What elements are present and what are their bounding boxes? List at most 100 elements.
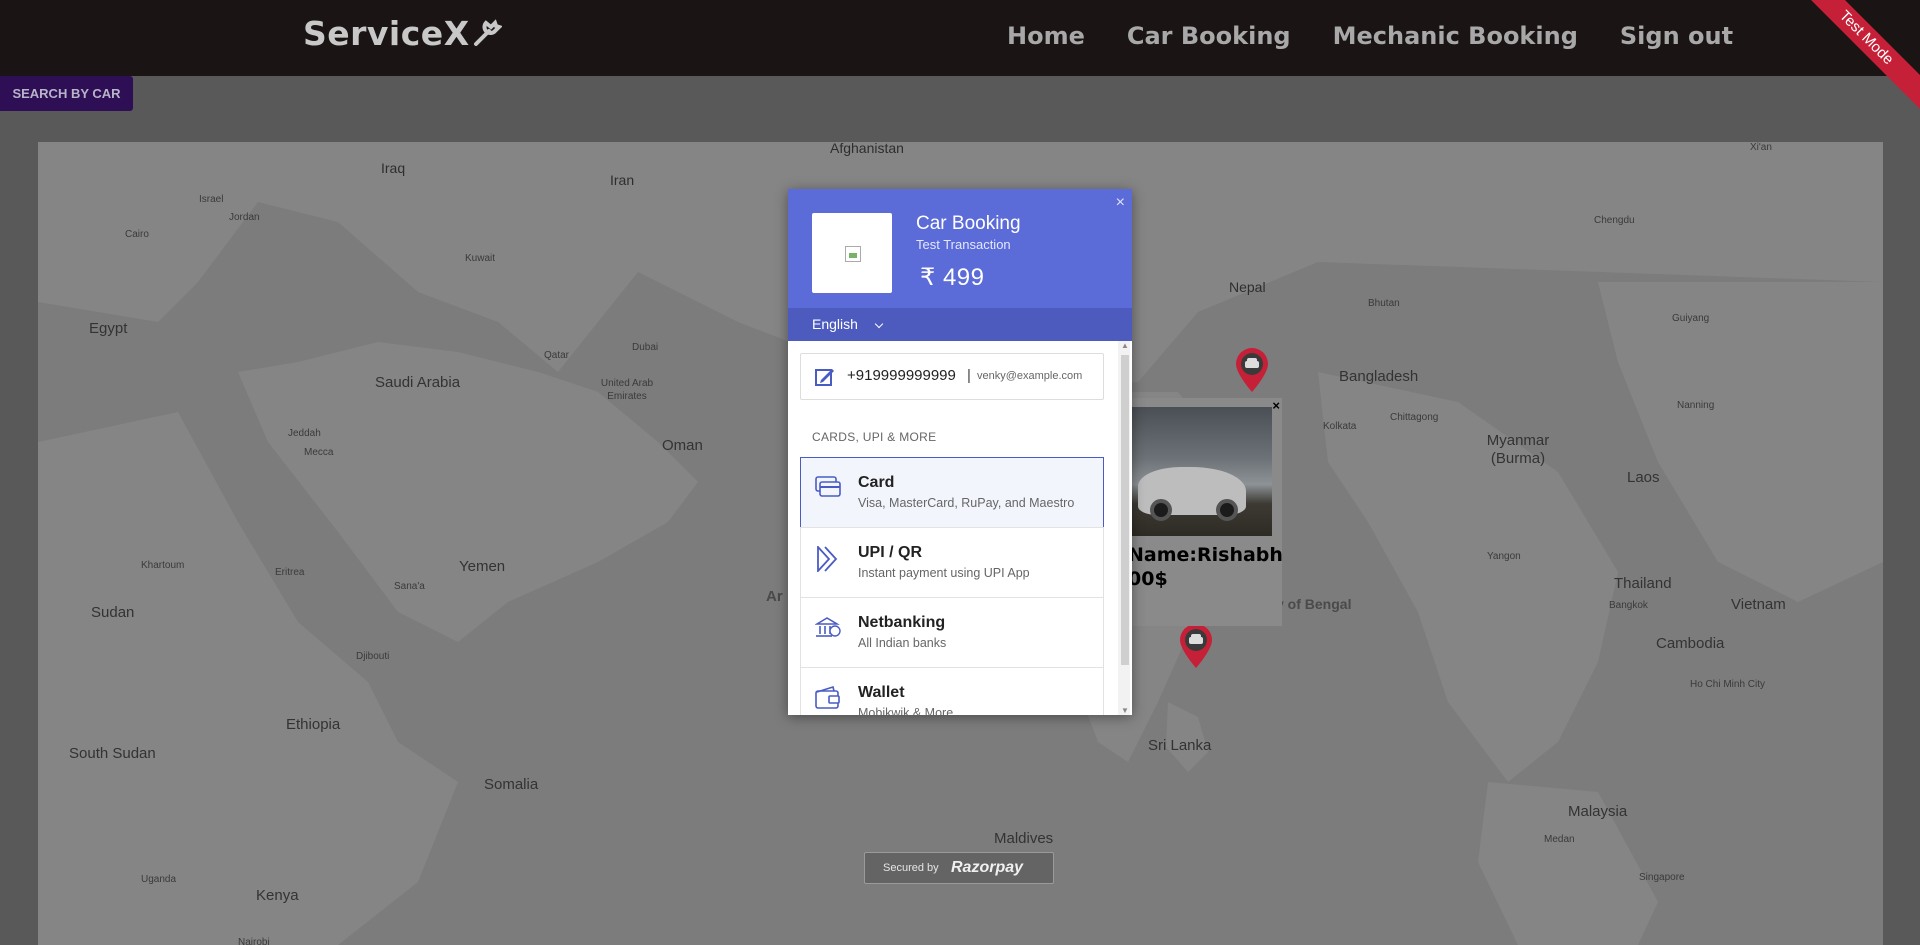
map-label: Iran	[610, 172, 635, 188]
method-title: Wallet	[858, 684, 905, 701]
wallet-icon	[815, 685, 841, 715]
merchant-name: Car Booking	[916, 213, 1021, 234]
method-title: UPI / QR	[858, 544, 923, 561]
map-label: Kolkata	[1323, 421, 1357, 432]
map-label: Myanmar (Burma)	[1486, 432, 1550, 467]
map-label: Jordan	[229, 212, 260, 223]
map-label: Egypt	[89, 320, 128, 337]
nav-mechanic-booking[interactable]: Mechanic Booking	[1333, 22, 1578, 50]
car-location-pin[interactable]	[1232, 346, 1272, 394]
method-subtitle: Mobikwik & More	[858, 706, 954, 715]
amount: ₹ 499	[920, 264, 985, 291]
secured-by-badge: Secured by Razorpay	[864, 852, 1054, 884]
map-label: Sana'a	[394, 581, 425, 592]
method-title: Card	[858, 474, 895, 491]
map-label: Cairo	[125, 229, 149, 240]
chevron-down-icon[interactable]	[874, 319, 884, 329]
upi-icon	[815, 544, 839, 577]
brand-logo[interactable]: ServiceX	[303, 14, 503, 55]
method-upi[interactable]: UPI / QR Instant payment using UPI App	[800, 527, 1104, 598]
car-wheel	[1150, 499, 1172, 521]
map-label: Yemen	[459, 558, 506, 575]
car-location-pin[interactable]	[1176, 622, 1216, 670]
map-label: Bhutan	[1368, 298, 1400, 309]
scroll-thumb[interactable]	[1121, 355, 1129, 665]
map-label: Bangladesh	[1339, 368, 1419, 385]
map-label: Laos	[1627, 469, 1660, 486]
map-label: Vietnam	[1731, 596, 1786, 613]
popup-close-button[interactable]: ×	[1272, 398, 1280, 413]
map-label: Singapore	[1639, 872, 1685, 883]
price: 00$	[1128, 568, 1168, 590]
map-label: Saudi Arabia	[375, 374, 461, 391]
map-label: Eritrea	[275, 567, 305, 578]
nav-home[interactable]: Home	[1007, 22, 1085, 50]
map-label: Nanning	[1677, 400, 1715, 411]
broken-image-icon	[845, 246, 861, 262]
scroll-up-icon[interactable]: ▲	[1121, 341, 1129, 350]
navbar: ServiceX Home Car Booking Mechanic Booki…	[0, 0, 1920, 76]
map-label: Uganda	[141, 874, 177, 885]
map-label: Khartoum	[141, 560, 185, 571]
method-card[interactable]: Card Visa, MasterCard, RuPay, and Maestr…	[800, 457, 1104, 528]
razorpay-logo: Razorpay	[951, 859, 1024, 876]
map-label: Ho Chi Minh City	[1690, 679, 1766, 690]
map-label: Guiyang	[1672, 313, 1710, 324]
map-label: Dubai	[632, 342, 659, 353]
map-label: Nairobi	[238, 937, 270, 945]
method-subtitle: Instant payment using UPI App	[858, 566, 1030, 580]
map-label: Medan	[1544, 834, 1575, 845]
method-wallet[interactable]: Wallet Mobikwik & More	[800, 667, 1104, 715]
owner-name: Name:Rishabh	[1128, 544, 1283, 566]
map-label: Djibouti	[356, 651, 390, 662]
close-icon[interactable]: ×	[1116, 194, 1125, 212]
search-by-car-button[interactable]: SEARCH BY CAR	[0, 76, 133, 111]
map-label: Iraq	[381, 160, 406, 176]
language-selector[interactable]: English	[812, 316, 858, 332]
car-photo	[1130, 407, 1272, 536]
method-subtitle: Visa, MasterCard, RuPay, and Maestro	[858, 496, 1075, 510]
map-label: Somalia	[484, 776, 539, 793]
method-subtitle: All Indian banks	[858, 636, 947, 650]
map-label: Chengdu	[1594, 215, 1635, 226]
brand-name: ServiceX	[303, 14, 470, 53]
map-label: Chittagong	[1390, 412, 1439, 423]
map-label: Yangon	[1487, 551, 1521, 562]
map-label: Sri Lanka	[1148, 737, 1212, 754]
method-netbanking[interactable]: Netbanking All Indian banks	[800, 597, 1104, 668]
map-label: Maldives	[994, 830, 1054, 847]
map-label: Israel	[199, 194, 224, 205]
method-title: Netbanking	[858, 614, 946, 631]
language-bar: English	[788, 308, 1132, 341]
map-label: Malaysia	[1568, 803, 1628, 820]
map-label: Thailand	[1614, 575, 1672, 592]
car-wheel	[1216, 499, 1238, 521]
nav-links: Home Car Booking Mechanic Booking Sign o…	[1007, 22, 1733, 50]
map-label: Oman	[662, 437, 703, 454]
methods-list: Card Visa, MasterCard, RuPay, and Maestr…	[788, 341, 1118, 715]
bank-icon	[814, 616, 841, 645]
map-label: Qatar	[544, 350, 570, 361]
car-info-popup: × Name:Rishabh 00$	[1110, 398, 1283, 626]
merchant-logo	[812, 213, 892, 293]
scrollbar[interactable]: ▲ ▼	[1118, 341, 1130, 715]
map-label: South Sudan	[69, 745, 156, 762]
map-label: Jeddah	[288, 428, 321, 439]
map-label: Kenya	[256, 887, 299, 904]
map-label: y of Bengal	[1276, 596, 1352, 612]
nav-car-booking[interactable]: Car Booking	[1127, 22, 1291, 50]
transaction-description: Test Transaction	[916, 237, 1011, 252]
map-label: Sudan	[91, 604, 135, 621]
map-label: Xi'an	[1750, 142, 1772, 153]
map-label: Ar	[766, 588, 783, 605]
map-label: Cambodia	[1656, 635, 1725, 652]
card-icon	[815, 476, 841, 503]
scroll-down-icon[interactable]: ▼	[1121, 706, 1129, 715]
map-label: Ethiopia	[286, 716, 341, 733]
wrench-icon	[472, 16, 503, 55]
map-label: Nepal	[1229, 279, 1266, 295]
map-label: Bangkok	[1609, 600, 1648, 611]
nav-sign-out[interactable]: Sign out	[1620, 22, 1733, 50]
map-label: Mecca	[304, 447, 334, 458]
map-label: Kuwait	[465, 253, 496, 264]
